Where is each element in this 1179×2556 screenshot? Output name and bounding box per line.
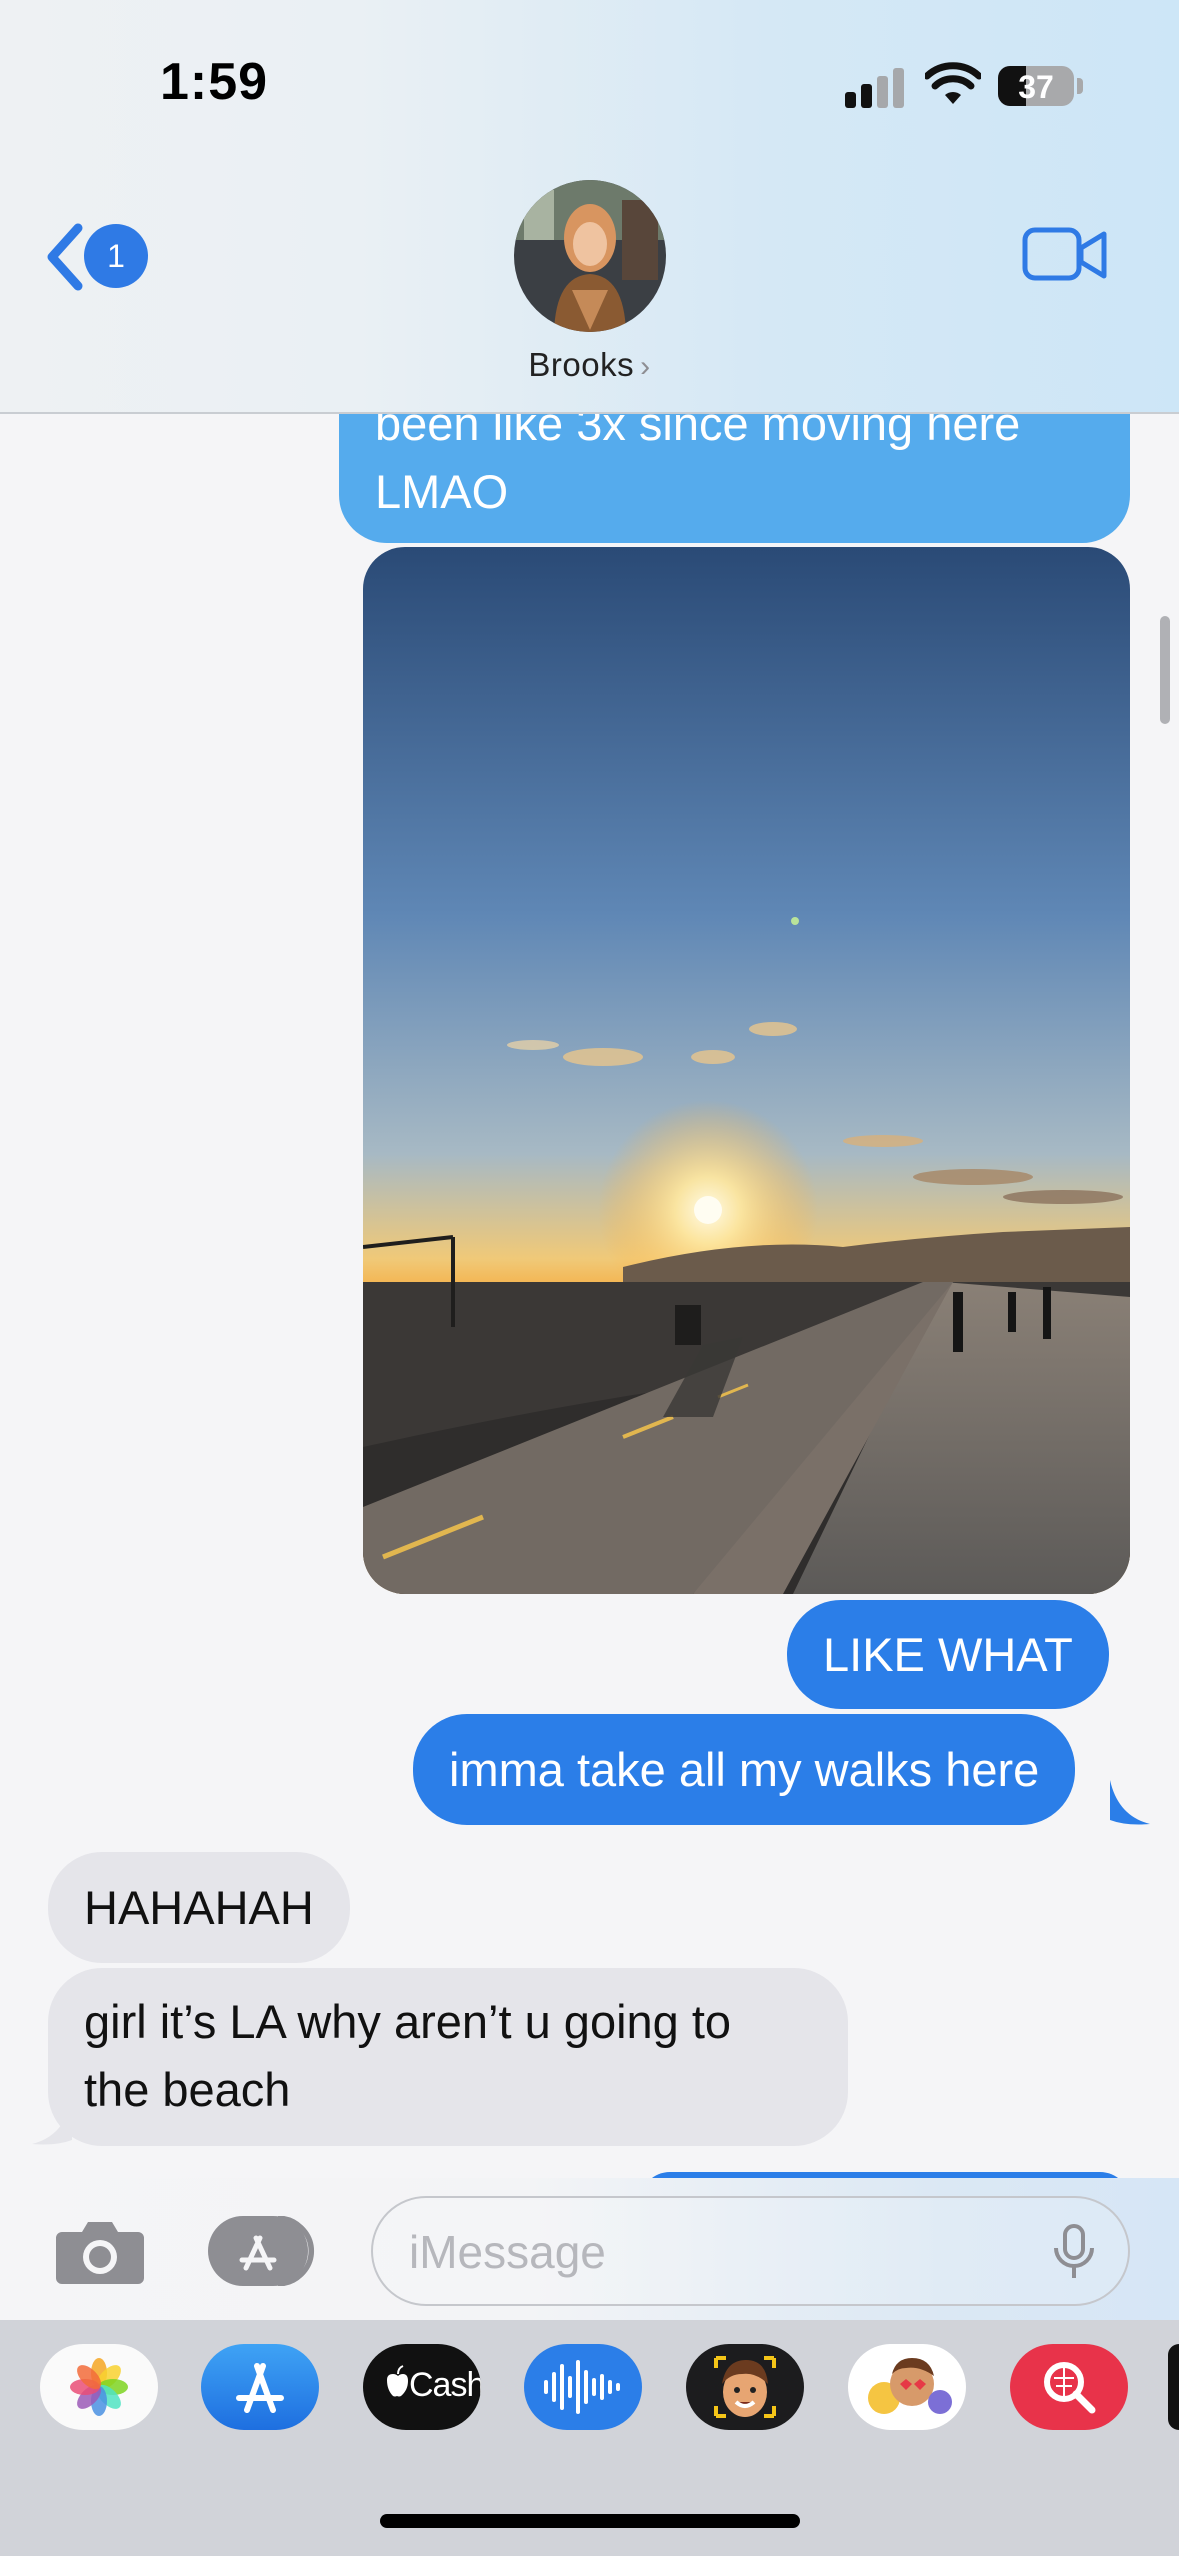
more-apps-partial-icon[interactable] (1168, 2344, 1179, 2430)
images-search-icon[interactable] (1010, 2344, 1128, 2430)
chevron-right-icon: › (640, 350, 651, 383)
battery-nub (1077, 78, 1083, 94)
memoji-stickers-icon[interactable] (848, 2344, 966, 2430)
message-text: the beach (84, 2063, 291, 2116)
photo-attachment-sunset[interactable] (363, 547, 1130, 1594)
contact-name-label[interactable]: Brooks (528, 346, 634, 383)
apple-cash-icon[interactable]: Cash (363, 2344, 481, 2430)
home-indicator[interactable] (380, 2514, 800, 2528)
memoji-icon[interactable] (686, 2344, 804, 2430)
camera-button[interactable] (54, 2214, 146, 2286)
imessage-input-field[interactable] (371, 2196, 1130, 2306)
app-store-icon[interactable] (201, 2344, 319, 2430)
battery-icon: 37 (998, 66, 1074, 106)
app-store-apps-button[interactable] (208, 2216, 320, 2286)
facetime-video-button[interactable] (1022, 224, 1108, 286)
message-text: LMAO (375, 465, 509, 518)
photos-icon[interactable] (40, 2344, 158, 2430)
wifi-icon (925, 62, 981, 104)
message-bubble-outgoing[interactable]: LIKE WHAT (787, 1600, 1109, 1709)
contact-avatar[interactable] (514, 180, 666, 332)
status-time: 1:59 (160, 53, 269, 111)
scrollbar[interactable] (1160, 616, 1170, 724)
bubble-tail-outgoing (1110, 1780, 1150, 1825)
conversation-header: 1:59 37 1 Brooks › (0, 0, 1179, 414)
unread-count-badge[interactable]: 1 (84, 224, 148, 288)
audio-message-icon[interactable] (524, 2344, 642, 2430)
contact-name[interactable]: Brooks › (0, 346, 1179, 384)
imessage-text-input[interactable] (409, 2218, 1009, 2286)
message-bubble-outgoing[interactable]: imma take all my walks here (413, 1714, 1076, 1825)
message-bubble-incoming[interactable]: HAHAHAH (48, 1852, 350, 1963)
microphone-icon[interactable] (1052, 2224, 1096, 2280)
apple-cash-label: Cash (409, 2366, 481, 2404)
battery-percentage: 37 (1018, 69, 1054, 105)
cellular-signal-icon (845, 68, 905, 108)
message-bubble-incoming[interactable]: girl it’s LA why aren’t u going to the b… (48, 1968, 848, 2146)
bubble-tail-incoming (32, 2100, 72, 2145)
message-text: girl it’s LA why aren’t u going to (84, 1995, 732, 2048)
